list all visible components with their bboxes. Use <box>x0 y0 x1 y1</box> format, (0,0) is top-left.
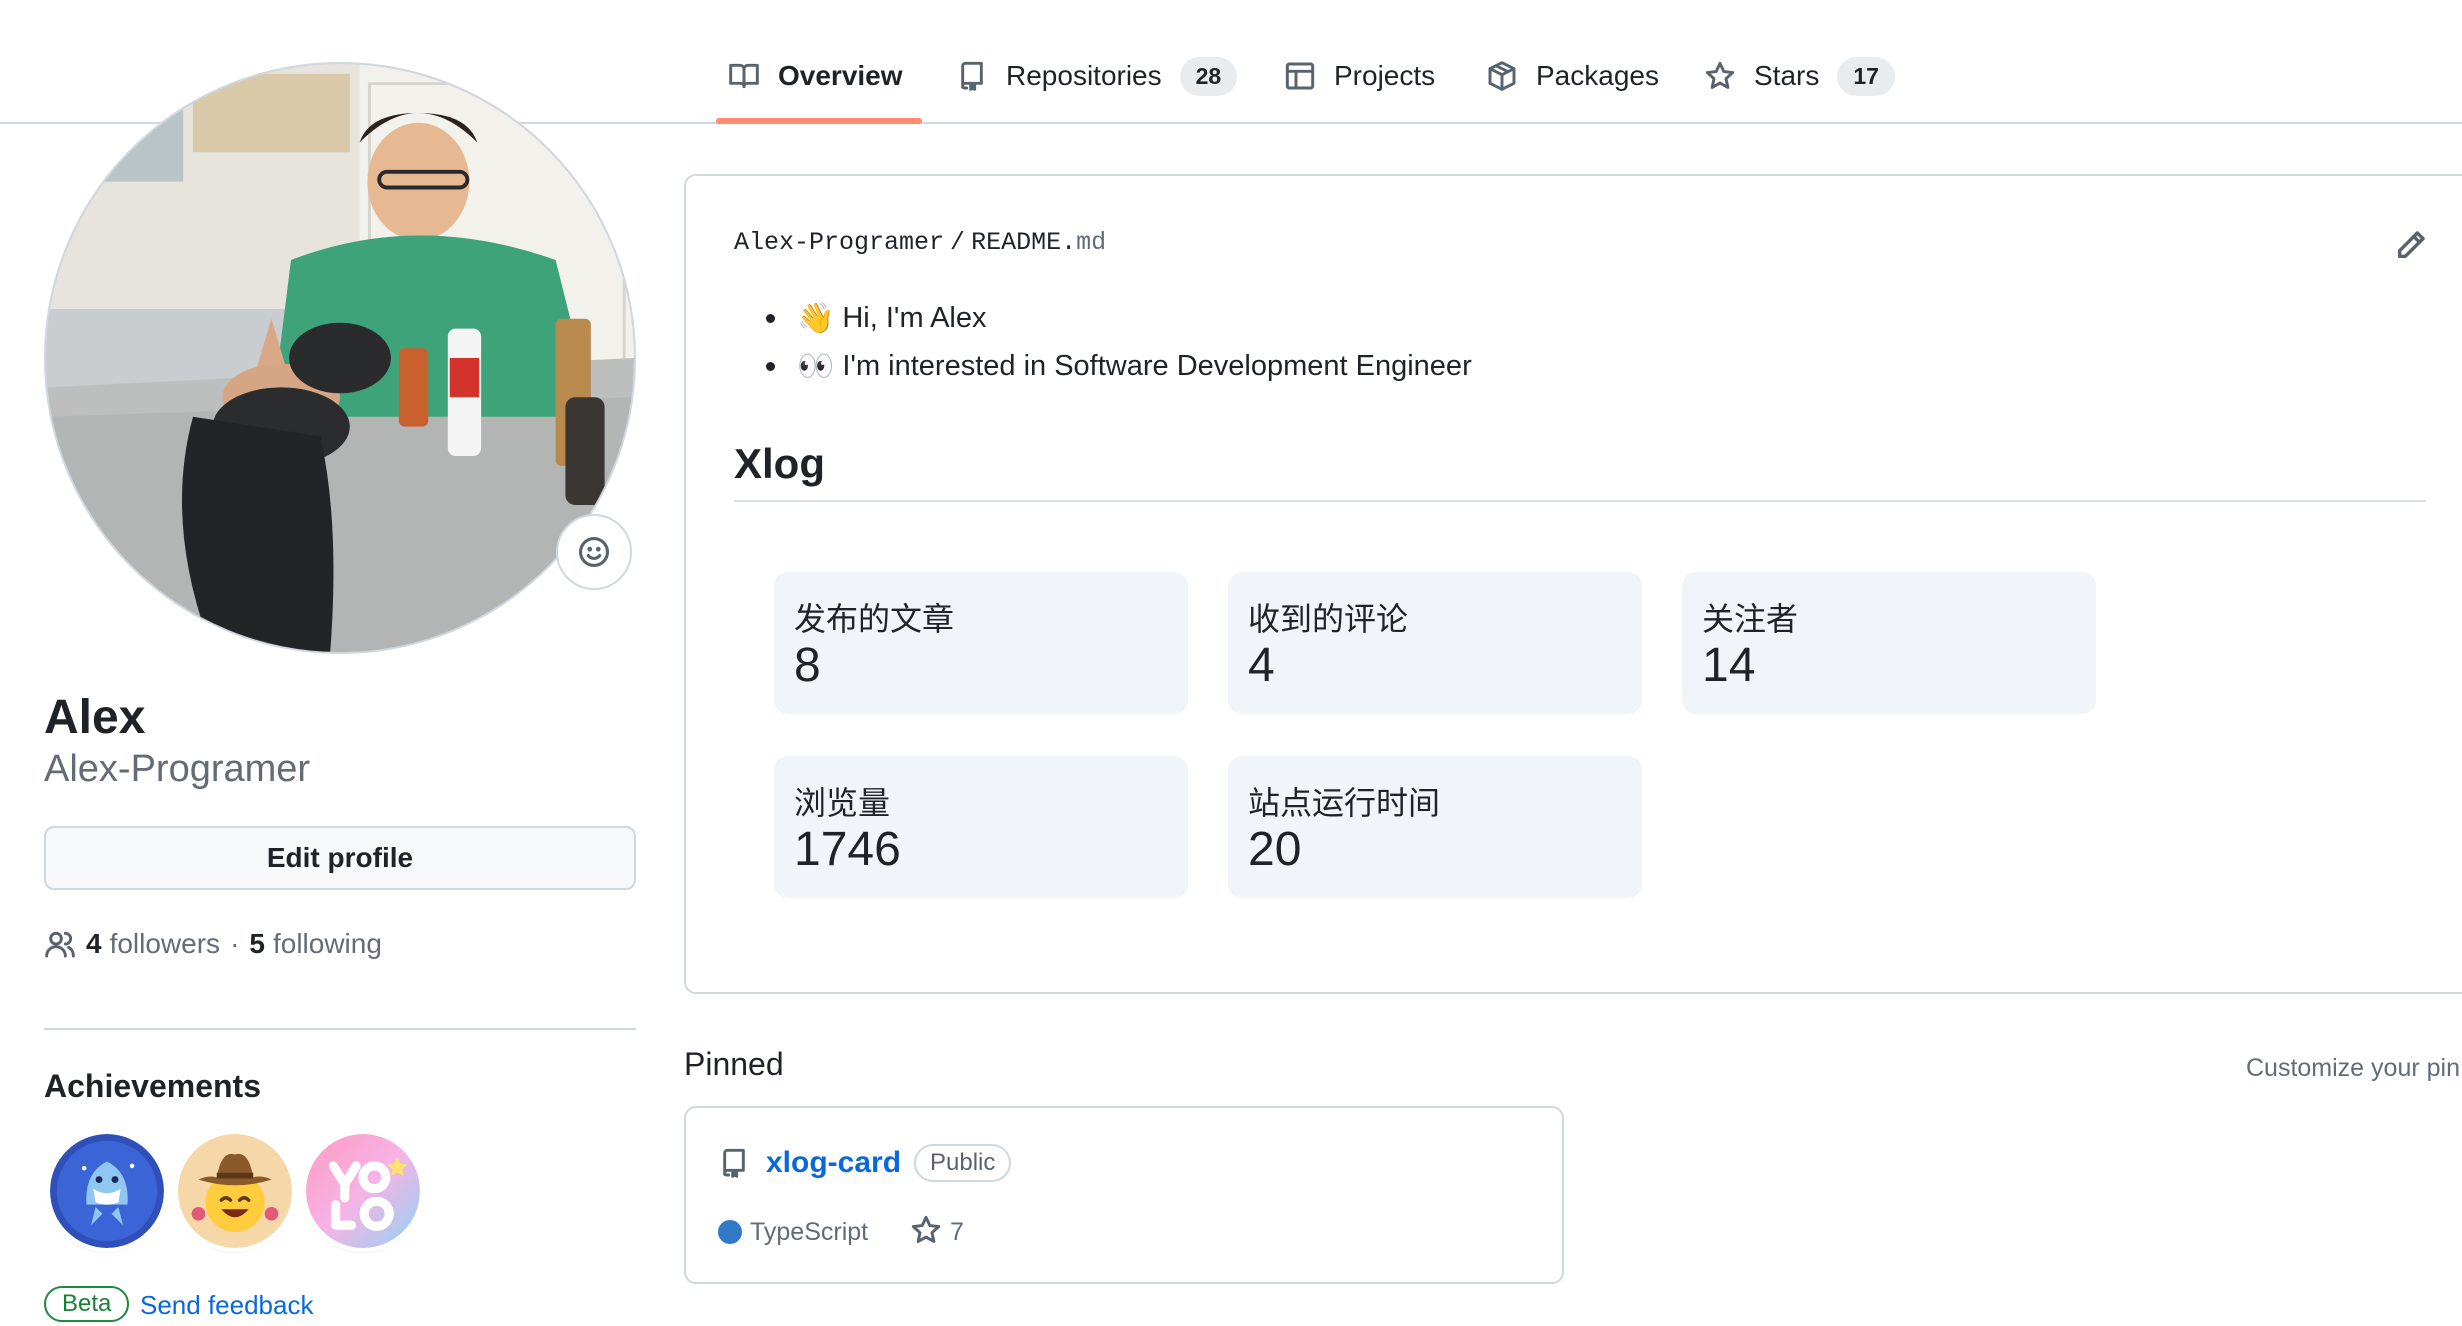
followers-count: 4 <box>86 928 102 959</box>
stat-label: 浏览量 <box>794 784 891 822</box>
yolo-badge-icon <box>306 1134 420 1248</box>
readme-list: 👋 Hi, I'm Alex 👀 I'm interested in Softw… <box>766 294 1472 390</box>
achievement-badge-yolo[interactable] <box>306 1134 420 1248</box>
stat-label: 关注者 <box>1702 600 1799 638</box>
stat-value: 14 <box>1702 639 1756 692</box>
repo-stars-count[interactable]: 7 <box>950 1218 964 1247</box>
active-tab-indicator <box>716 118 922 124</box>
tab-label: Repositories <box>1006 60 1162 91</box>
book-icon <box>729 63 759 89</box>
set-status-button[interactable] <box>556 514 632 590</box>
pinned-repo-link[interactable]: xlog-card <box>766 1146 901 1180</box>
follow-stats: 4 followers · 5 following <box>44 926 382 962</box>
table-icon <box>1285 62 1315 90</box>
shark-badge-icon <box>50 1134 164 1248</box>
following-link[interactable]: 5 following <box>249 928 382 960</box>
list-item-text: Hi, I'm Alex <box>842 301 987 334</box>
repositories-count-badge: 28 <box>1179 56 1238 96</box>
profile-login: Alex-Programer <box>44 748 311 790</box>
following-label: following <box>272 928 382 959</box>
path-separator: / <box>950 228 966 257</box>
bullet-dot <box>766 313 775 323</box>
tab-repositories[interactable]: Repositories 28 <box>956 52 1238 100</box>
customize-pins-link[interactable]: Customize your pin <box>2246 1054 2460 1083</box>
smiley-icon <box>578 536 610 568</box>
send-feedback-link[interactable]: Send feedback <box>140 1290 313 1321</box>
tab-label: Overview <box>778 60 903 91</box>
stat-value: 1746 <box>794 823 901 876</box>
following-count: 5 <box>249 928 265 959</box>
achievement-badge-cowboy[interactable] <box>178 1134 292 1248</box>
stat-label: 发布的文章 <box>794 600 955 638</box>
list-item-text: I'm interested in Software Development E… <box>842 349 1472 382</box>
edit-profile-button[interactable]: Edit profile <box>44 826 636 890</box>
pinned-title: Pinned <box>684 1046 784 1082</box>
pencil-icon[interactable] <box>2394 228 2428 262</box>
achievement-badge-shark[interactable] <box>50 1134 164 1248</box>
star-icon <box>1705 61 1735 89</box>
xlog-heading: Xlog <box>734 440 825 487</box>
pinned-repo-card: xlog-card Public TypeScript 7 <box>684 1106 1564 1284</box>
list-item: 👋 Hi, I'm Alex <box>766 294 1472 342</box>
repo-icon <box>723 1148 745 1178</box>
repo-icon <box>961 61 983 91</box>
readme-file-link[interactable]: README.md <box>971 228 1106 257</box>
readme-file-ext: md <box>1076 228 1107 257</box>
eyes-icon: 👀 <box>797 348 835 384</box>
repo-language: TypeScript <box>750 1218 869 1246</box>
stat-label: 收到的评论 <box>1248 600 1409 638</box>
cowboy-badge-icon <box>178 1134 292 1248</box>
stat-card-posts: 发布的文章 8 <box>774 572 1188 714</box>
waving-hand-icon: 👋 <box>797 300 835 336</box>
tab-label: Packages <box>1536 60 1659 91</box>
sidebar-divider <box>44 1028 636 1030</box>
readme-path: Alex-Programer / README.md <box>734 228 1106 257</box>
stat-card-views: 浏览量 1746 <box>774 756 1188 898</box>
stat-card-uptime: 站点运行时间 20 <box>1228 756 1642 898</box>
avatar[interactable] <box>44 62 636 654</box>
avatar-photo <box>46 64 634 652</box>
beta-label: Beta <box>44 1286 130 1322</box>
tab-overview[interactable]: Overview <box>728 52 903 100</box>
package-icon <box>1488 61 1516 91</box>
stat-card-comments: 收到的评论 4 <box>1228 572 1642 714</box>
readme-file-base: README. <box>971 228 1077 257</box>
bullet-dot <box>766 361 775 371</box>
visibility-badge: Public <box>914 1144 1012 1182</box>
tab-label: Projects <box>1334 60 1436 91</box>
profile-name: Alex <box>44 691 146 744</box>
tab-projects[interactable]: Projects <box>1284 52 1435 100</box>
followers-label: followers <box>109 928 221 959</box>
stat-value: 4 <box>1248 639 1275 692</box>
heading-divider <box>734 500 2426 502</box>
achievements-title: Achievements <box>44 1068 261 1104</box>
follow-separator: · <box>230 928 240 959</box>
stat-value: 8 <box>794 639 821 692</box>
profile-readme: Alex-Programer / README.md 👋 Hi, I'm Alex … <box>684 174 2462 994</box>
stat-label: 站点运行时间 <box>1248 784 1441 822</box>
followers-link[interactable]: 4 followers <box>86 928 220 960</box>
tab-label: Stars <box>1754 60 1820 91</box>
tab-packages[interactable]: Packages <box>1486 52 1659 100</box>
stat-value: 20 <box>1248 823 1302 876</box>
tab-stars[interactable]: Stars 17 <box>1704 52 1895 100</box>
stat-card-followers: 关注者 14 <box>1682 572 2096 714</box>
list-item: 👀 I'm interested in Software Development… <box>766 342 1472 390</box>
readme-owner-link[interactable]: Alex-Programer <box>734 228 944 257</box>
stars-count-badge: 17 <box>1837 56 1895 96</box>
language-color-dot <box>718 1220 742 1244</box>
people-icon <box>45 931 75 958</box>
star-icon[interactable] <box>910 1214 942 1246</box>
